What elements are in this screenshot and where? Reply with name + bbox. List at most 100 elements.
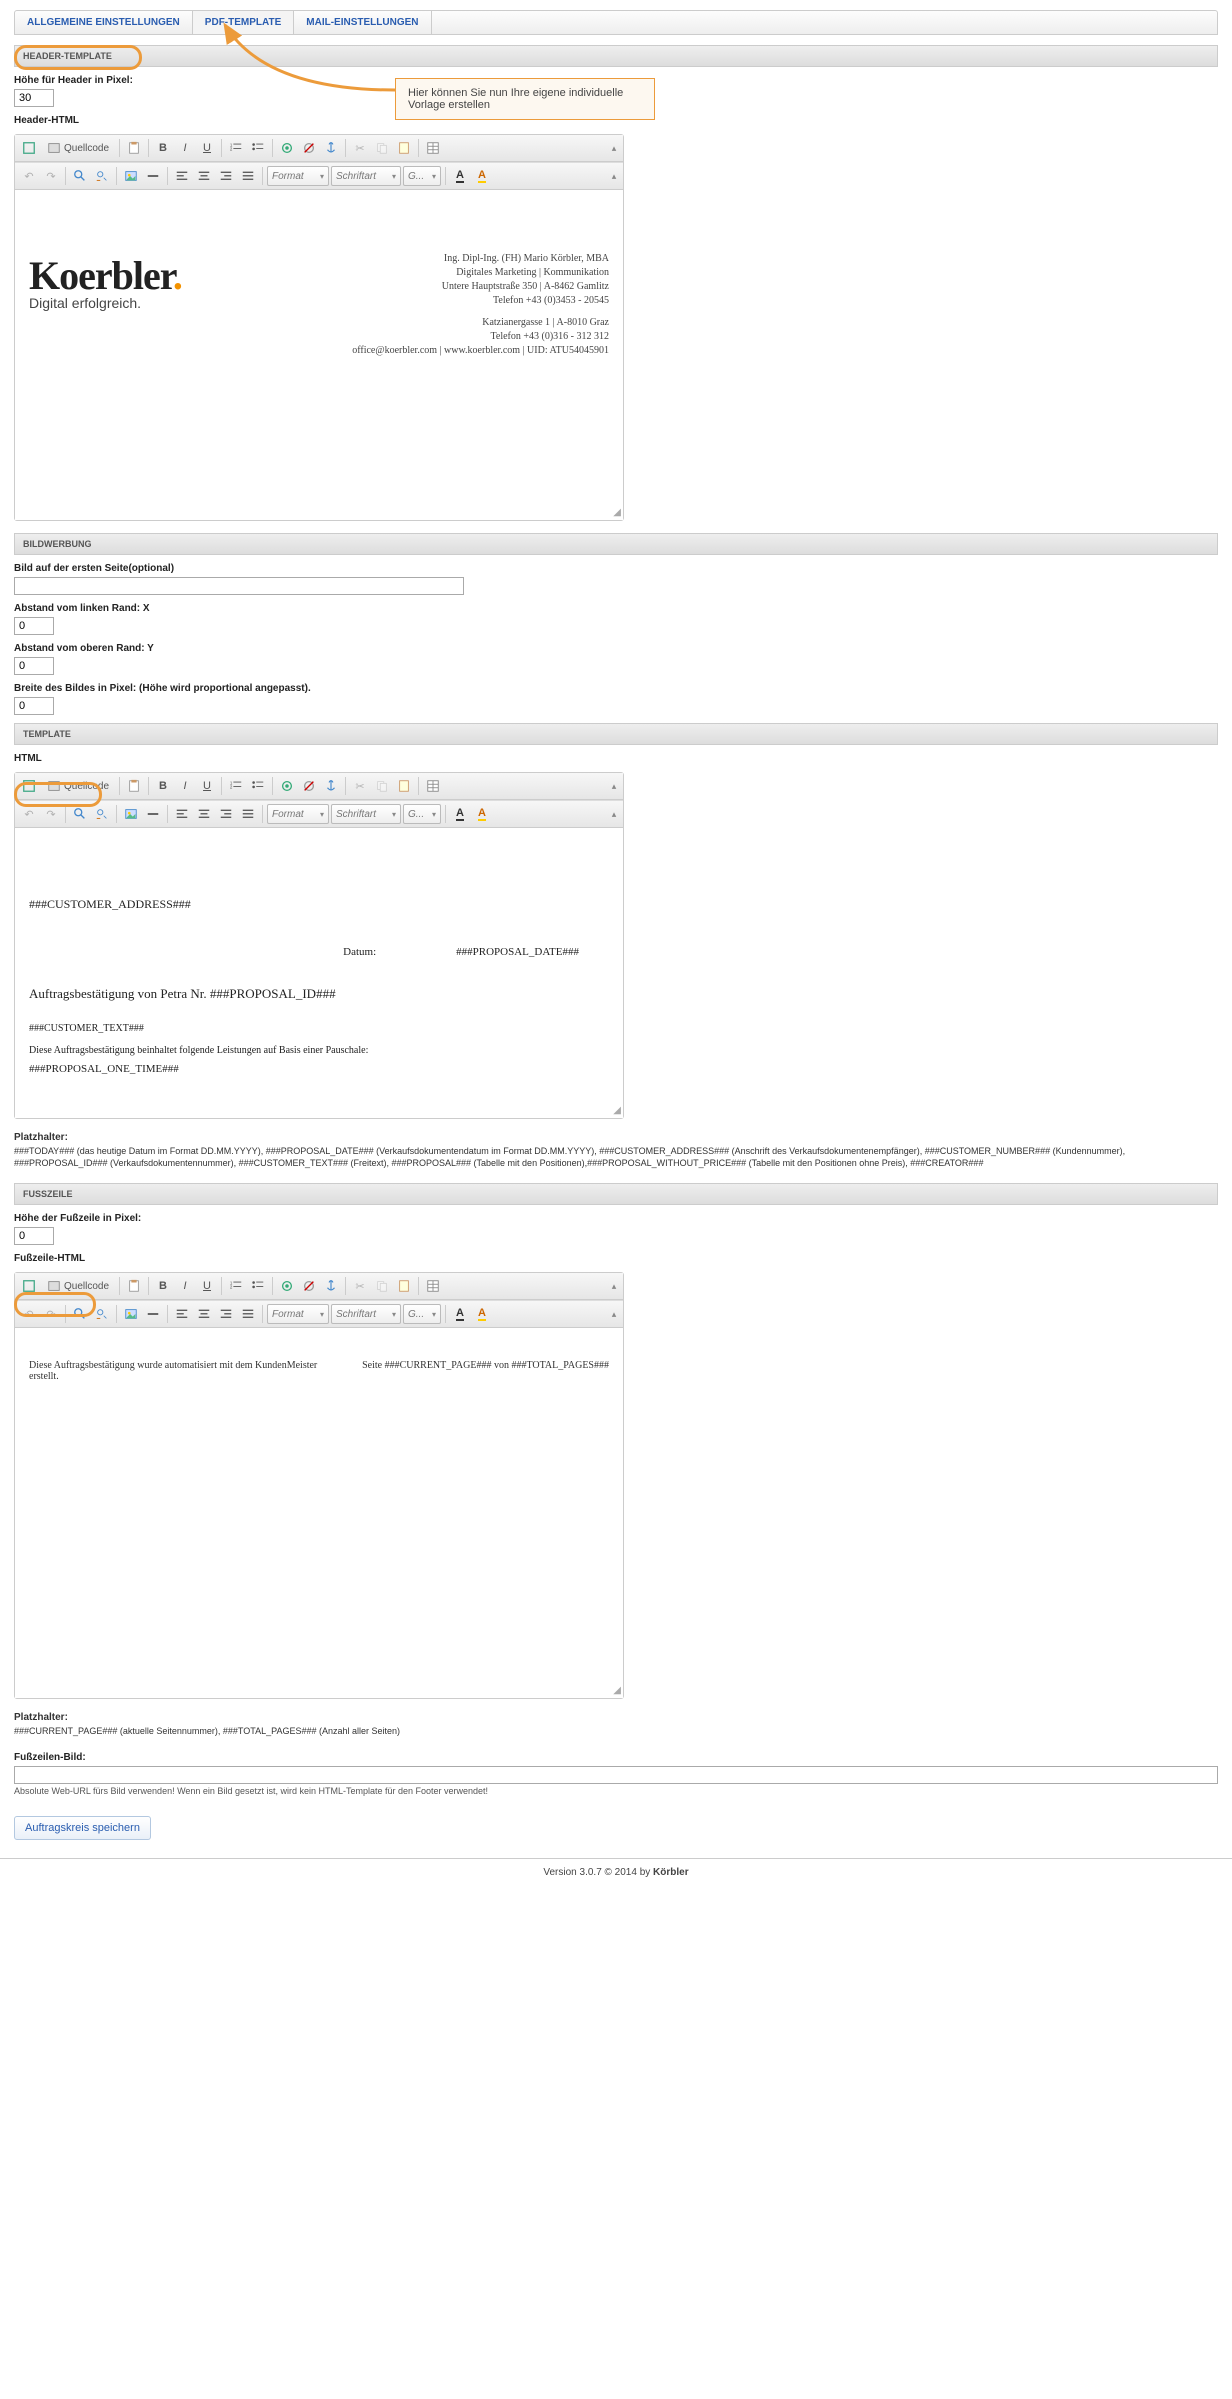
undo-icon[interactable]: ↶ — [19, 166, 39, 186]
redo-icon[interactable]: ↷ — [41, 1304, 61, 1324]
size-select[interactable]: G... — [403, 166, 441, 186]
source-button[interactable]: Quellcode — [41, 141, 115, 155]
imagead-width-input[interactable] — [14, 697, 54, 715]
toolbar-collapse-icon[interactable]: ▴ — [609, 777, 619, 795]
format-select[interactable]: Format — [267, 804, 329, 824]
bg-color-icon[interactable]: A — [472, 166, 492, 186]
font-select[interactable]: Schriftart — [331, 804, 401, 824]
paste-icon[interactable] — [124, 776, 144, 796]
underline-icon[interactable]: U — [197, 1276, 217, 1296]
copy-icon[interactable] — [372, 138, 392, 158]
link-icon[interactable] — [277, 776, 297, 796]
cut-icon[interactable]: ✂ — [350, 1276, 370, 1296]
hr-icon[interactable] — [143, 804, 163, 824]
bg-color-icon[interactable]: A — [472, 804, 492, 824]
toolbar-collapse2-icon[interactable]: ▴ — [609, 1305, 619, 1323]
image-icon[interactable] — [121, 1304, 141, 1324]
hr-icon[interactable] — [143, 1304, 163, 1324]
size-select[interactable]: G... — [403, 804, 441, 824]
header-height-input[interactable] — [14, 89, 54, 107]
toolbar-collapse-icon[interactable]: ▴ — [609, 139, 619, 157]
undo-icon[interactable]: ↶ — [19, 804, 39, 824]
source-button[interactable]: Quellcode — [41, 1279, 115, 1293]
footer-editor-content[interactable]: Diese Auftragsbestätigung wurde automati… — [15, 1328, 623, 1698]
tab-pdf-template[interactable]: PDF-TEMPLATE — [193, 11, 294, 34]
find-icon[interactable] — [70, 1304, 90, 1324]
toolbar-collapse-icon[interactable]: ▴ — [609, 1277, 619, 1295]
table-icon[interactable] — [423, 776, 443, 796]
ordered-list-icon[interactable]: 12 — [226, 776, 246, 796]
bold-icon[interactable]: B — [153, 138, 173, 158]
unordered-list-icon[interactable] — [248, 776, 268, 796]
size-select[interactable]: G... — [403, 1304, 441, 1324]
align-justify-icon[interactable] — [238, 804, 258, 824]
resize-handle-icon[interactable]: ◢ — [611, 1686, 621, 1696]
paste2-icon[interactable] — [394, 1276, 414, 1296]
redo-icon[interactable]: ↷ — [41, 804, 61, 824]
resize-handle-icon[interactable]: ◢ — [611, 1106, 621, 1116]
bold-icon[interactable]: B — [153, 1276, 173, 1296]
link-icon[interactable] — [277, 1276, 297, 1296]
ordered-list-icon[interactable]: 12 — [226, 138, 246, 158]
replace-icon[interactable] — [92, 804, 112, 824]
imagead-firstpage-input[interactable] — [14, 577, 464, 595]
anchor-icon[interactable] — [321, 1276, 341, 1296]
align-left-icon[interactable] — [172, 1304, 192, 1324]
anchor-icon[interactable] — [321, 776, 341, 796]
underline-icon[interactable]: U — [197, 776, 217, 796]
footer-image-input[interactable] — [14, 1766, 1218, 1784]
align-center-icon[interactable] — [194, 166, 214, 186]
header-editor-content[interactable]: Koerbler. Digital erfolgreich. Ing. Dipl… — [15, 190, 623, 520]
redo-icon[interactable]: ↷ — [41, 166, 61, 186]
align-right-icon[interactable] — [216, 1304, 236, 1324]
italic-icon[interactable]: I — [175, 138, 195, 158]
copy-icon[interactable] — [372, 776, 392, 796]
paste-icon[interactable] — [124, 1276, 144, 1296]
unlink-icon[interactable] — [299, 776, 319, 796]
maximize-icon[interactable] — [19, 138, 39, 158]
toolbar-collapse2-icon[interactable]: ▴ — [609, 167, 619, 185]
imagead-marginleft-input[interactable] — [14, 617, 54, 635]
imagead-margintop-input[interactable] — [14, 657, 54, 675]
tab-mail[interactable]: MAIL-EINSTELLUNGEN — [294, 11, 431, 34]
find-icon[interactable] — [70, 166, 90, 186]
font-select[interactable]: Schriftart — [331, 1304, 401, 1324]
align-left-icon[interactable] — [172, 166, 192, 186]
align-center-icon[interactable] — [194, 1304, 214, 1324]
tab-general[interactable]: ALLGEMEINE EINSTELLUNGEN — [15, 11, 193, 34]
align-center-icon[interactable] — [194, 804, 214, 824]
link-icon[interactable] — [277, 138, 297, 158]
paste2-icon[interactable] — [394, 138, 414, 158]
text-color-icon[interactable]: A — [450, 1304, 470, 1324]
hr-icon[interactable] — [143, 166, 163, 186]
paste-icon[interactable] — [124, 138, 144, 158]
align-right-icon[interactable] — [216, 166, 236, 186]
format-select[interactable]: Format — [267, 1304, 329, 1324]
maximize-icon[interactable] — [19, 776, 39, 796]
image-icon[interactable] — [121, 804, 141, 824]
align-justify-icon[interactable] — [238, 1304, 258, 1324]
align-left-icon[interactable] — [172, 804, 192, 824]
image-icon[interactable] — [121, 166, 141, 186]
unlink-icon[interactable] — [299, 1276, 319, 1296]
toolbar-collapse2-icon[interactable]: ▴ — [609, 805, 619, 823]
anchor-icon[interactable] — [321, 138, 341, 158]
text-color-icon[interactable]: A — [450, 804, 470, 824]
text-color-icon[interactable]: A — [450, 166, 470, 186]
ordered-list-icon[interactable]: 12 — [226, 1276, 246, 1296]
bg-color-icon[interactable]: A — [472, 1304, 492, 1324]
find-icon[interactable] — [70, 804, 90, 824]
resize-handle-icon[interactable]: ◢ — [611, 508, 621, 518]
paste2-icon[interactable] — [394, 776, 414, 796]
replace-icon[interactable] — [92, 1304, 112, 1324]
italic-icon[interactable]: I — [175, 1276, 195, 1296]
table-icon[interactable] — [423, 1276, 443, 1296]
italic-icon[interactable]: I — [175, 776, 195, 796]
format-select[interactable]: Format — [267, 166, 329, 186]
template-editor-content[interactable]: ###CUSTOMER_ADDRESS### Datum: ###PROPOSA… — [15, 828, 623, 1118]
unordered-list-icon[interactable] — [248, 1276, 268, 1296]
replace-icon[interactable] — [92, 166, 112, 186]
cut-icon[interactable]: ✂ — [350, 138, 370, 158]
table-icon[interactable] — [423, 138, 443, 158]
maximize-icon[interactable] — [19, 1276, 39, 1296]
